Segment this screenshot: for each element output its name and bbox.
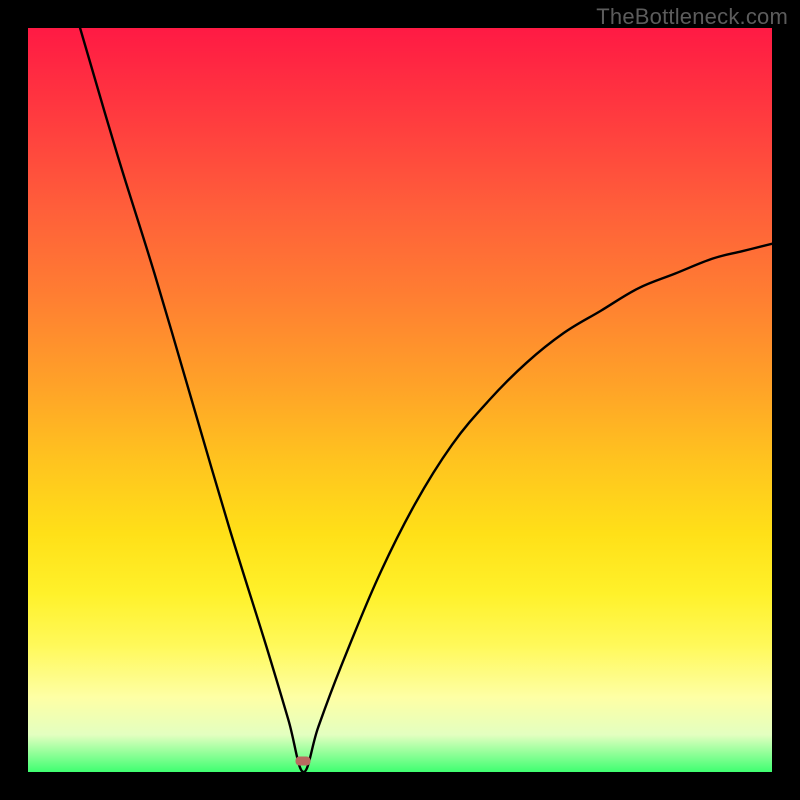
watermark-text: TheBottleneck.com: [596, 4, 788, 30]
dip-marker: [296, 756, 311, 765]
chart-frame: TheBottleneck.com: [0, 0, 800, 800]
gradient-plot-area: [28, 28, 772, 772]
